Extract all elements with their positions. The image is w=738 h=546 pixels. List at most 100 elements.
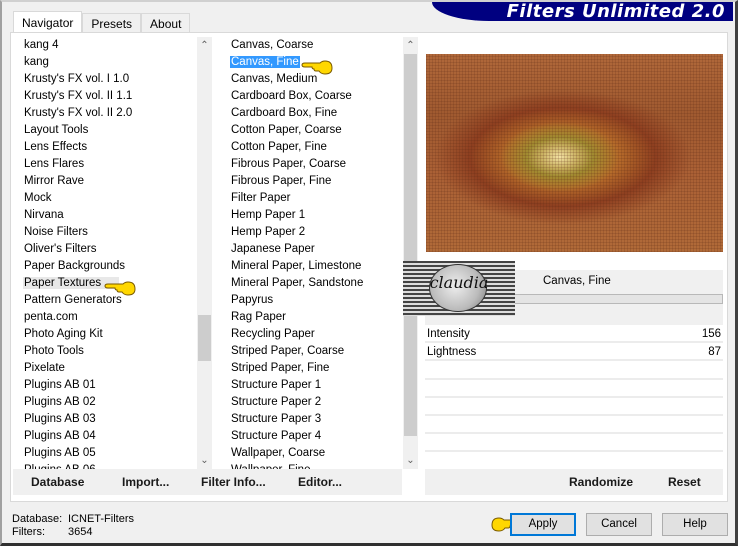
help-button[interactable]: Help <box>662 513 728 536</box>
list-item[interactable]: Mineral Paper, Limestone <box>220 258 420 275</box>
filter-info-button[interactable]: Filter Info... <box>201 475 266 489</box>
list-item[interactable]: Plugins AB 02 <box>13 394 213 411</box>
pointing-hand-icon <box>104 281 136 296</box>
database-button[interactable]: Database <box>31 475 84 489</box>
list-item[interactable]: Mirror Rave <box>13 173 213 190</box>
list-item-label: Wallpaper, Coarse <box>231 447 326 459</box>
apply-button[interactable]: Apply <box>510 513 576 536</box>
list-item[interactable]: Cotton Paper, Fine <box>220 139 420 156</box>
list-item[interactable]: kang <box>13 54 213 71</box>
scroll-thumb[interactable] <box>404 54 417 436</box>
list-item[interactable]: Structure Paper 3 <box>220 411 420 428</box>
list-item[interactable]: Papyrus <box>220 292 420 309</box>
list-item[interactable]: Pixelate <box>13 360 213 377</box>
list-item-label: Structure Paper 1 <box>231 379 322 391</box>
list-item-label: Mineral Paper, Limestone <box>231 260 362 272</box>
list-item-label: Mock <box>24 192 52 204</box>
list-item[interactable]: Striped Paper, Coarse <box>220 343 420 360</box>
list-item-label: Structure Paper 3 <box>231 413 322 425</box>
scroll-up-icon[interactable]: ⌃ <box>197 37 212 54</box>
tab-navigator[interactable]: Navigator <box>13 11 83 32</box>
list-item[interactable]: kang 4 <box>13 37 213 54</box>
scroll-down-icon[interactable]: ⌄ <box>197 452 212 469</box>
scroll-down-icon[interactable]: ⌄ <box>403 452 418 469</box>
list-item[interactable]: Recycling Paper <box>220 326 420 343</box>
randomize-button[interactable]: Randomize <box>569 475 633 489</box>
list-item[interactable]: penta.com <box>13 309 213 326</box>
list-item[interactable]: Nirvana <box>13 207 213 224</box>
list-item[interactable]: Krusty's FX vol. II 1.1 <box>13 88 213 105</box>
list-item[interactable]: Hemp Paper 1 <box>220 207 420 224</box>
list-item[interactable]: Paper Backgrounds <box>13 258 213 275</box>
tab-about[interactable]: About <box>141 13 191 32</box>
tab-presets[interactable]: Presets <box>82 13 142 32</box>
list-item[interactable]: Cotton Paper, Coarse <box>220 122 420 139</box>
list-item-label: Striped Paper, Coarse <box>231 345 345 357</box>
param-value: 87 <box>708 346 721 358</box>
category-scrollbar[interactable]: ⌃ ⌄ <box>197 37 212 469</box>
list-item[interactable]: Wallpaper, Coarse <box>220 445 420 462</box>
list-item[interactable]: Plugins AB 03 <box>13 411 213 428</box>
filter-scrollbar[interactable]: ⌃ ⌄ <box>403 37 418 469</box>
list-item-label: Krusty's FX vol. I 1.0 <box>24 73 130 85</box>
list-item[interactable]: Structure Paper 1 <box>220 377 420 394</box>
editor-button[interactable]: Editor... <box>298 475 342 489</box>
param-label: Intensity <box>427 328 470 340</box>
list-item[interactable]: Photo Aging Kit <box>13 326 213 343</box>
list-item[interactable]: Mock <box>13 190 213 207</box>
param-intensity[interactable]: Intensity 156 <box>425 325 723 343</box>
list-item-label: Pixelate <box>24 362 65 374</box>
scroll-up-icon[interactable]: ⌃ <box>403 37 418 54</box>
list-item[interactable]: Fibrous Paper, Coarse <box>220 156 420 173</box>
status-label: Database: <box>12 513 63 525</box>
list-item[interactable]: Japanese Paper <box>220 241 420 258</box>
list-item[interactable]: Krusty's FX vol. II 2.0 <box>13 105 213 122</box>
empty-param-slot <box>425 396 723 398</box>
list-item-label: Noise Filters <box>24 226 88 238</box>
empty-param-slot <box>425 414 723 416</box>
list-item[interactable]: Hemp Paper 2 <box>220 224 420 241</box>
list-item[interactable]: Krusty's FX vol. I 1.0 <box>13 71 213 88</box>
list-item[interactable]: Rag Paper <box>220 309 420 326</box>
list-item[interactable]: Fibrous Paper, Fine <box>220 173 420 190</box>
list-item-label: Cotton Paper, Fine <box>231 141 327 153</box>
list-item-label: Filter Paper <box>231 192 291 204</box>
scroll-thumb[interactable] <box>198 315 211 361</box>
list-item[interactable]: Structure Paper 4 <box>220 428 420 445</box>
param-lightness[interactable]: Lightness 87 <box>425 343 723 361</box>
filter-list[interactable]: Canvas, Coarse Canvas, Fine Canvas, Medium… <box>220 37 420 469</box>
list-item[interactable]: Noise Filters <box>13 224 213 241</box>
list-item-label: Krusty's FX vol. II 2.0 <box>24 107 133 119</box>
list-item[interactable]: Photo Tools <box>13 343 213 360</box>
list-item[interactable]: Wallpaper, Fine <box>220 462 420 469</box>
list-item[interactable]: Structure Paper 2 <box>220 394 420 411</box>
status-label: Filters: <box>12 526 45 538</box>
list-item-label: Oliver's Filters <box>24 243 97 255</box>
list-item-label: Cotton Paper, Coarse <box>231 124 342 136</box>
list-item-label: Mirror Rave <box>24 175 85 187</box>
empty-param-slot <box>425 432 723 434</box>
list-item[interactable]: Cardboard Box, Fine <box>220 105 420 122</box>
list-item[interactable]: Filter Paper <box>220 190 420 207</box>
category-list[interactable]: kang 4 kang Krusty's FX vol. I 1.0 Krusty's… <box>13 37 213 469</box>
filter-name-label: Canvas, Fine <box>543 275 611 287</box>
list-item[interactable]: Lens Flares <box>13 156 213 173</box>
list-item[interactable]: Striped Paper, Fine <box>220 360 420 377</box>
tab-bar: Navigator Presets About <box>13 11 191 32</box>
list-item[interactable]: Plugins AB 06 <box>13 462 213 469</box>
import-button[interactable]: Import... <box>122 475 169 489</box>
list-item-label: kang 4 <box>24 39 59 51</box>
list-item-label: Hemp Paper 1 <box>231 209 306 221</box>
list-item[interactable]: Cardboard Box, Coarse <box>220 88 420 105</box>
list-item[interactable]: Plugins AB 05 <box>13 445 213 462</box>
list-item[interactable]: Layout Tools <box>13 122 213 139</box>
reset-button[interactable]: Reset <box>668 475 701 489</box>
list-item[interactable]: Lens Effects <box>13 139 213 156</box>
list-item[interactable]: Canvas, Coarse <box>220 37 420 54</box>
list-item-label: Paper Backgrounds <box>24 260 126 272</box>
list-item[interactable]: Plugins AB 01 <box>13 377 213 394</box>
list-item[interactable]: Plugins AB 04 <box>13 428 213 445</box>
list-item[interactable]: Mineral Paper, Sandstone <box>220 275 420 292</box>
cancel-button[interactable]: Cancel <box>586 513 652 536</box>
list-item[interactable]: Oliver's Filters <box>13 241 213 258</box>
